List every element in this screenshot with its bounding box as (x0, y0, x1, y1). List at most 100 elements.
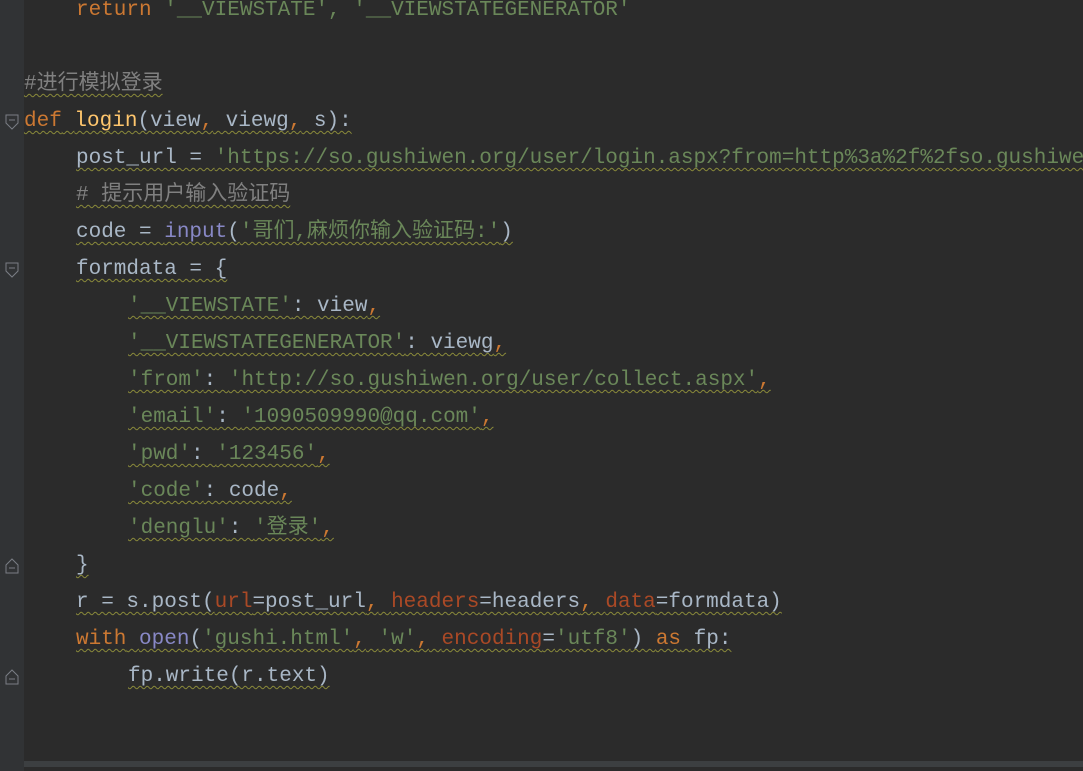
code-line[interactable]: def login(view, viewg, s): (24, 103, 352, 140)
code-token: 'email' (128, 406, 217, 429)
code-token: : view (291, 295, 368, 318)
code-token: return (76, 0, 152, 22)
code-token: s): (301, 110, 352, 133)
code-line[interactable]: # 提示用户输入验证码 (24, 177, 290, 214)
code-content: return '__VIEWSTATE', '__VIEWSTATEGENERA… (76, 0, 631, 22)
code-token: : (216, 406, 242, 429)
code-token: , (416, 628, 429, 651)
code-token: '哥们,麻烦你输入验证码:' (239, 221, 501, 244)
code-token: with (76, 628, 127, 651)
code-token: input (164, 221, 228, 244)
code-token: =post_url (252, 591, 366, 614)
code-token: 'https://so.gushiwen.org/user/login.aspx… (214, 147, 1083, 170)
code-token: , (480, 406, 494, 429)
code-line[interactable]: return '__VIEWSTATE', '__VIEWSTATEGENERA… (24, 0, 631, 29)
code-content: 'pwd': '123456', (128, 443, 330, 466)
code-token: , (367, 295, 381, 318)
code-line[interactable]: fp.write(r.text) (24, 658, 330, 695)
code-content: } (76, 554, 89, 577)
code-token: fp.write(r.text) (128, 665, 330, 688)
code-token: : (228, 517, 255, 540)
code-token: data (605, 591, 656, 614)
code-content: '__VIEWSTATE': view, (128, 295, 380, 318)
code-content: 'denglu': '登录', (128, 517, 334, 540)
horizontal-scrollbar[interactable] (24, 761, 1083, 767)
code-line[interactable]: 'code': code, (24, 473, 292, 510)
code-token: url (214, 591, 253, 614)
code-content: 'from': 'http://so.gushiwen.org/user/col… (128, 369, 771, 392)
code-content: code = input('哥们,麻烦你输入验证码:') (76, 221, 513, 244)
code-token: #进行模拟登录 (24, 73, 163, 96)
code-editor[interactable]: return '__VIEWSTATE', '__VIEWSTATEGENERA… (0, 0, 1083, 771)
code-token: formdata = { (76, 258, 228, 281)
code-token: '__VIEWSTATE' (128, 295, 292, 318)
code-token: =headers (479, 591, 581, 614)
code-token: : (203, 369, 229, 392)
code-token: 'denglu' (128, 517, 229, 540)
code-line[interactable]: with open('gushi.html', 'w', encoding='u… (24, 621, 731, 658)
code-token: ) (630, 628, 656, 651)
code-token: : viewg (405, 332, 494, 355)
code-token: headers (391, 591, 480, 614)
code-token: 'code' (128, 480, 204, 503)
code-content: fp.write(r.text) (128, 665, 330, 688)
code-line[interactable]: r = s.post(url=post_url, headers=headers… (24, 584, 782, 621)
code-content: 'code': code, (128, 480, 292, 503)
code-line[interactable]: 'email': '1090509990@qq.com', (24, 399, 494, 436)
code-line[interactable]: } (24, 547, 89, 584)
code-line[interactable]: 'denglu': '登录', (24, 510, 334, 547)
code-line[interactable]: '__VIEWSTATE': view, (24, 288, 380, 325)
code-content: def login(view, viewg, s): (24, 110, 352, 133)
code-token: =formdata) (655, 591, 782, 614)
fold-open-icon[interactable] (4, 262, 20, 278)
code-token: , (758, 369, 771, 392)
fold-open-icon[interactable] (4, 114, 20, 130)
code-token: viewg (213, 110, 289, 133)
fold-close-icon[interactable] (4, 558, 20, 574)
code-line[interactable]: '__VIEWSTATEGENERATOR': viewg, (24, 325, 506, 362)
code-token: , (580, 591, 593, 614)
code-token: '1090509990@qq.com' (241, 406, 481, 429)
code-token: login (74, 110, 138, 133)
code-token: def (24, 110, 62, 133)
code-token: = (542, 628, 555, 651)
code-content: with open('gushi.html', 'w', encoding='u… (76, 628, 731, 651)
code-token: ( (189, 628, 203, 651)
code-token: ) (500, 221, 513, 244)
code-line[interactable]: 'from': 'http://so.gushiwen.org/user/col… (24, 362, 771, 399)
code-line[interactable]: #进行模拟登录 (24, 66, 163, 103)
code-token: 'utf8' (554, 628, 631, 651)
code-content: 'email': '1090509990@qq.com', (128, 406, 494, 429)
code-token: 'pwd' (128, 443, 192, 466)
code-token: : (191, 443, 217, 466)
code-token: code = (76, 221, 165, 244)
code-token: 'from' (128, 369, 204, 392)
code-token: ( (227, 221, 240, 244)
code-token: open (139, 628, 190, 651)
code-line[interactable]: post_url = 'https://so.gushiwen.org/user… (24, 140, 1083, 177)
code-token: '123456' (216, 443, 318, 466)
code-token: , (279, 480, 292, 503)
code-line[interactable]: 'pwd': '123456', (24, 436, 330, 473)
code-token: , (288, 110, 302, 133)
fold-close-icon[interactable] (4, 669, 20, 685)
code-token: 'w' (378, 628, 417, 651)
code-line[interactable]: formdata = { (24, 251, 227, 288)
code-token: , (321, 517, 334, 540)
code-token: , (493, 332, 507, 355)
editor-gutter (0, 0, 24, 771)
code-content: '__VIEWSTATEGENERATOR': viewg, (128, 332, 506, 355)
code-token: , (317, 443, 330, 466)
code-token: '__VIEWSTATEGENERATOR' (128, 332, 406, 355)
code-content: #进行模拟登录 (24, 73, 163, 96)
code-token: r = s.post( (76, 591, 215, 614)
code-line[interactable]: code = input('哥们,麻烦你输入验证码:') (24, 214, 513, 251)
code-content: # 提示用户输入验证码 (76, 184, 290, 207)
code-content: post_url = 'https://so.gushiwen.org/user… (76, 147, 1083, 170)
code-token: '登录' (254, 517, 322, 540)
code-token: post_url = (76, 147, 215, 170)
code-token: (view (137, 110, 201, 133)
